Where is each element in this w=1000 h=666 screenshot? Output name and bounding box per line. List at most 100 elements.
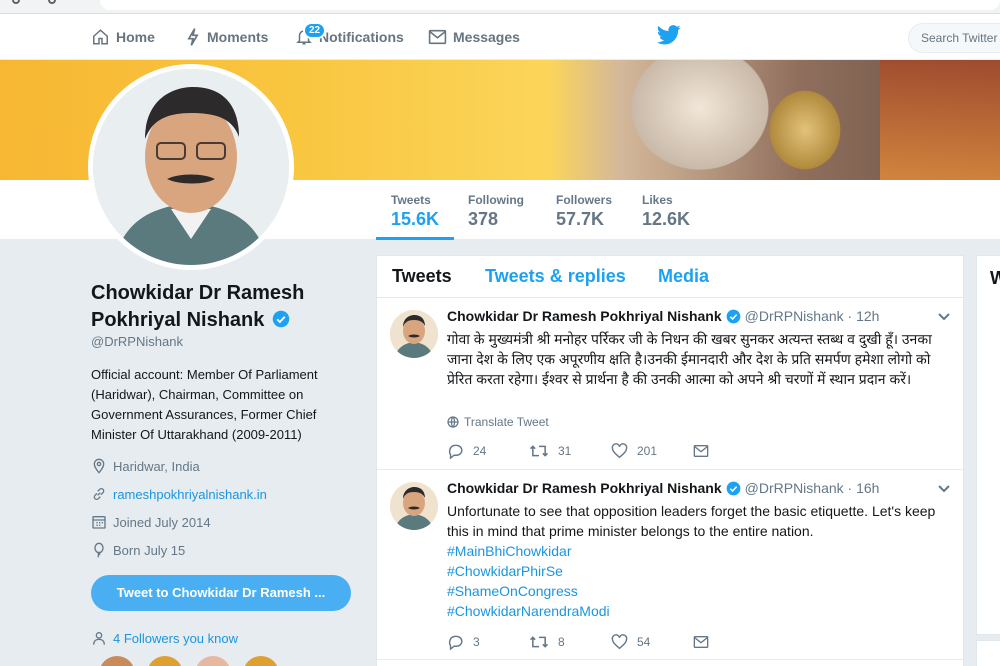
hashtag-link[interactable]: #ShameOnCongress [447,581,947,601]
retweet-count: 31 [558,444,572,458]
tweet-handle-time[interactable]: @DrRPNishank · 12h [745,308,880,324]
tweet-avatar-portrait [390,310,438,358]
timeline-tabs: Tweets Tweets & replies Media [377,256,963,298]
stat-value: 378 [468,209,499,229]
retweet-icon [529,636,549,648]
profile-website: rameshpokhriyalnishank.in [91,486,267,502]
browser-back-icon[interactable] [12,0,20,4]
stat-likes[interactable]: Likes 12.6K [642,193,690,230]
top-navigation: Home Moments 22 Notifications Messages S… [0,14,1000,60]
reply-icon [448,444,463,459]
right-sidebar-card-2 [976,640,1000,666]
nav-home-label: Home [116,29,155,45]
browser-reload-icon[interactable] [48,0,56,4]
retweet-icon [529,445,549,457]
tweet-item[interactable]: Chowkidar Dr Ramesh Pokhriyal Nishank @D… [377,298,963,470]
tweet-actions: 24 31 201 [447,443,709,459]
followers-you-know[interactable]: 4 Followers you know [91,630,238,646]
translate-label: Translate Tweet [464,415,549,429]
chevron-down-icon[interactable] [937,312,951,322]
profile-name[interactable]: Chowkidar Dr Ramesh Pokhriyal Nishank [91,280,351,334]
nav-moments[interactable]: Moments [185,14,268,60]
tweet-author-name[interactable]: Chowkidar Dr Ramesh Pokhriyal Nishank [447,480,722,496]
twitter-bird-icon[interactable] [657,25,681,45]
browser-url-bar[interactable] [100,0,1000,10]
verified-icon [726,309,741,323]
location-icon [93,458,105,474]
tweet-avatar-portrait [390,482,438,530]
nav-notifications[interactable]: 22 Notifications [295,14,404,60]
search-input[interactable]: Search Twitter [908,23,1000,53]
tweet-text: गोवा के मुख्यमंत्री श्री मनोहर पर्रिकर ज… [447,331,932,387]
moments-icon [187,28,199,46]
like-action[interactable]: 54 [611,634,693,650]
follower-avatar[interactable] [195,656,231,666]
hashtag-link[interactable]: #MainBhiChowkidar [447,541,947,561]
messages-icon [428,29,447,45]
retweet-action[interactable]: 31 [529,443,611,459]
tweet-author-name[interactable]: Chowkidar Dr Ramesh Pokhriyal Nishank [447,308,722,324]
verified-icon [272,310,290,328]
chevron-down-icon[interactable] [937,484,951,494]
reply-count: 3 [473,635,480,649]
nav-home[interactable]: Home [91,14,155,60]
stat-value: 57.7K [556,209,605,229]
retweet-action[interactable]: 8 [529,634,611,650]
location-text: Haridwar, India [113,458,200,474]
tweet-handle-time[interactable]: @DrRPNishank · 16h [745,480,880,496]
nav-messages-label: Messages [453,29,520,45]
tab-tweets-and-replies[interactable]: Tweets & replies [485,266,626,287]
dm-icon [693,636,709,648]
stat-label: Followers [556,193,613,207]
profile-bio: Official account: Member Of Parliament (… [91,367,318,442]
verified-icon [726,481,741,495]
stat-label: Following [468,193,524,207]
like-count: 54 [637,635,651,649]
direct-message-action[interactable] [693,444,709,458]
reply-action[interactable]: 3 [447,634,529,650]
translate-tweet[interactable]: Translate Tweet [447,415,549,429]
timeline: Tweets Tweets & replies Media Chowkidar … [376,255,964,666]
stat-label: Likes [642,193,673,207]
home-icon [93,29,108,45]
tweet-author-avatar[interactable] [390,310,438,358]
stat-value: 15.6K [391,209,440,229]
follower-avatar[interactable] [147,656,183,666]
dm-icon [693,445,709,457]
follower-avatar[interactable] [243,656,279,666]
profile-handle[interactable]: @DrRPNishank [91,334,183,349]
follower-avatar[interactable] [99,656,135,666]
banner-figure [620,60,780,180]
tweet-author-avatar[interactable] [390,482,438,530]
tweet-text: Unfortunate to see that opposition leade… [447,503,936,539]
hashtag-link[interactable]: #ChowkidarPhirSe [447,561,947,581]
hashtag-link[interactable]: #ChowkidarNarendraModi [447,601,947,621]
tab-tweets[interactable]: Tweets [392,266,452,287]
tweet-to-button[interactable]: Tweet to Chowkidar Dr Ramesh ... [91,575,351,611]
banner-urn [760,80,850,180]
reply-count: 24 [473,444,487,458]
nav-notifications-label: Notifications [319,29,404,45]
profile-joined: Joined July 2014 [91,514,211,530]
tweet-actions: 3 8 54 [447,634,709,650]
tweet-item[interactable]: Chowkidar Dr Ramesh Pokhriyal Nishank @D… [377,470,963,660]
stat-followers[interactable]: Followers 57.7K [556,193,612,230]
stat-tweets[interactable]: Tweets 15.6K [391,193,439,230]
profile-avatar[interactable] [88,64,294,270]
nav-moments-label: Moments [207,29,269,45]
reply-action[interactable]: 24 [447,443,529,459]
like-action[interactable]: 201 [611,443,693,459]
like-icon [611,443,628,459]
reply-icon [448,635,463,650]
tab-media[interactable]: Media [658,266,709,287]
tweet-text-block: Unfortunate to see that opposition leade… [447,501,947,621]
like-count: 201 [637,444,658,458]
direct-message-action[interactable] [693,635,709,649]
website-link[interactable]: rameshpokhriyalnishank.in [113,487,267,502]
active-stat-underline [376,237,454,240]
profile-location: Haridwar, India [91,458,200,474]
avatar-photo [93,69,289,265]
stat-following[interactable]: Following 378 [468,193,524,230]
born-text: Born July 15 [113,542,186,558]
nav-messages[interactable]: Messages [428,14,520,60]
